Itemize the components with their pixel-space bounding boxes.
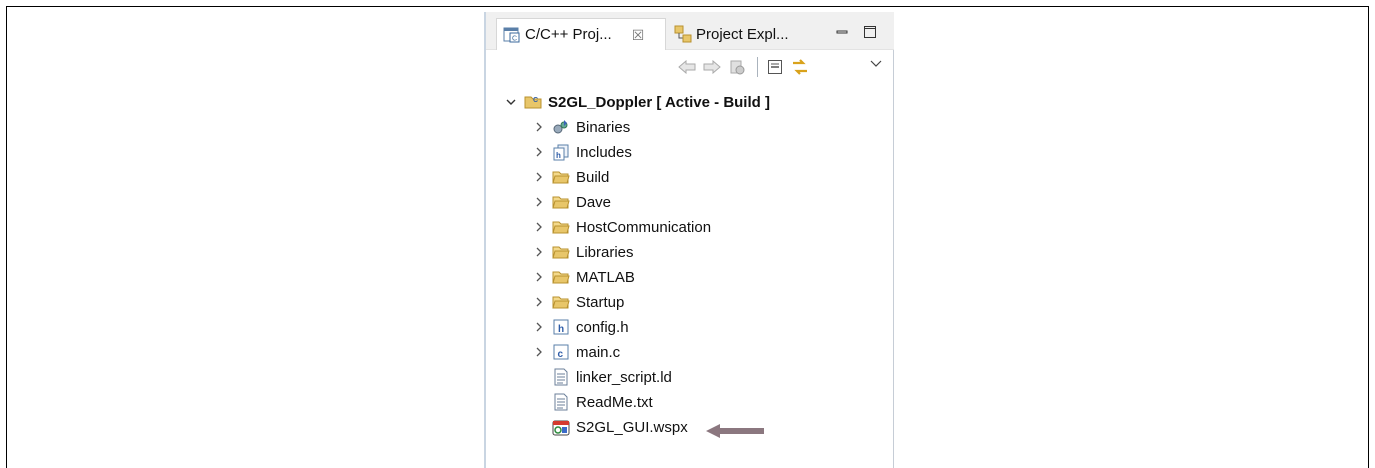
binaries-icon <box>553 120 568 134</box>
folder-icon <box>552 171 570 184</box>
minimize-icon[interactable] <box>834 24 850 40</box>
folder-icon <box>552 271 570 284</box>
tree-root-s2gl-doppler[interactable]: C S2GL_Doppler [ Active - Build ] <box>504 90 770 114</box>
svg-text:c: c <box>558 349 564 360</box>
tree-item-dave[interactable]: Dave <box>532 190 611 214</box>
chevron-right-icon[interactable] <box>532 170 546 184</box>
header-file-icon: h <box>553 319 569 335</box>
tree-item-startup[interactable]: Startup <box>532 290 624 314</box>
folder-icon <box>552 221 570 234</box>
chevron-right-icon[interactable] <box>532 120 546 134</box>
tree-item-includes[interactable]: h Includes <box>532 140 632 164</box>
text-file-icon <box>554 393 568 411</box>
svg-text:h: h <box>558 324 564 335</box>
project-explorer-icon <box>674 25 692 43</box>
folder-icon <box>552 246 570 259</box>
chevron-down-icon[interactable] <box>504 95 518 109</box>
c-project-folder-icon: C <box>524 96 542 109</box>
back-icon[interactable] <box>676 56 698 78</box>
toolbar-separator <box>757 57 758 77</box>
view-menu-chevron-icon[interactable] <box>868 56 884 72</box>
maximize-icon[interactable] <box>862 24 878 40</box>
tree-item-label: config.h <box>576 318 629 336</box>
folder-icon <box>552 196 570 209</box>
wspx-file-icon <box>552 420 570 436</box>
svg-text:C: C <box>512 35 517 42</box>
chevron-right-icon[interactable] <box>532 195 546 209</box>
view-tab-bar: C C/C++ Proj... ☒ Project Expl... <box>486 12 894 50</box>
tree-item-config-h[interactable]: h config.h <box>532 315 629 339</box>
chevron-right-icon[interactable] <box>532 245 546 259</box>
tree-item-build[interactable]: Build <box>532 165 609 189</box>
tree-item-label: Dave <box>576 193 612 211</box>
forward-icon[interactable] <box>701 56 723 78</box>
tree-item-binaries[interactable]: Binaries <box>532 115 630 139</box>
folder-icon <box>552 296 570 309</box>
link-settings-icon[interactable] <box>726 56 748 78</box>
annotation-arrow-icon <box>706 424 764 438</box>
tab-label: Project Expl... <box>696 25 789 43</box>
chevron-right-icon[interactable] <box>532 345 546 359</box>
tree-item-label: S2GL_GUI.wspx <box>576 418 688 436</box>
chevron-right-icon[interactable] <box>532 220 546 234</box>
tree-item-label: Includes <box>576 143 632 161</box>
tab-cpp-projects[interactable]: C C/C++ Proj... ☒ <box>496 18 666 50</box>
tree-item-linker-script[interactable]: linker_script.ld <box>552 365 672 389</box>
tree-item-matlab[interactable]: MATLAB <box>532 265 635 289</box>
tree-item-label: Binaries <box>576 118 631 136</box>
c-file-icon: c <box>553 344 569 360</box>
tab-label: C/C++ Proj... <box>525 26 612 43</box>
chevron-right-icon[interactable] <box>532 295 546 309</box>
tree-item-label: MATLAB <box>576 268 635 286</box>
tree-item-label: Libraries <box>576 243 634 261</box>
tree-item-label: S2GL_Doppler [ Active - Build ] <box>548 93 770 111</box>
text-file-icon <box>554 368 568 386</box>
tab-project-explorer[interactable]: Project Expl... <box>672 18 832 50</box>
tree-item-readme[interactable]: ReadMe.txt <box>552 390 653 414</box>
tree-item-libraries[interactable]: Libraries <box>532 240 634 264</box>
tree-item-label: ReadMe.txt <box>576 393 653 411</box>
includes-icon: h <box>553 144 569 161</box>
view-toolbar <box>676 52 814 82</box>
chevron-right-icon[interactable] <box>532 270 546 284</box>
cpp-projects-icon: C <box>503 27 520 42</box>
tree-item-label: Startup <box>576 293 625 311</box>
tree-item-label: Build <box>576 168 610 186</box>
close-tab-icon[interactable]: ☒ <box>632 28 645 42</box>
tree-item-label: HostCommunication <box>576 218 712 236</box>
svg-text:h: h <box>556 151 561 160</box>
tree-item-hostcommunication[interactable]: HostCommunication <box>532 215 711 239</box>
tree-item-s2gl-gui-wspx[interactable]: S2GL_GUI.wspx <box>552 415 688 439</box>
cpp-projects-view: C C/C++ Proj... ☒ Project Expl... C S2GL… <box>484 12 894 468</box>
chevron-right-icon[interactable] <box>532 145 546 159</box>
tree-item-label: main.c <box>576 343 621 361</box>
chevron-right-icon[interactable] <box>532 320 546 334</box>
tree-item-label: linker_script.ld <box>576 368 672 386</box>
tree-item-main-c[interactable]: c main.c <box>532 340 620 364</box>
link-with-editor-icon[interactable] <box>789 56 811 78</box>
collapse-all-icon[interactable] <box>764 56 786 78</box>
svg-text:C: C <box>533 97 538 104</box>
